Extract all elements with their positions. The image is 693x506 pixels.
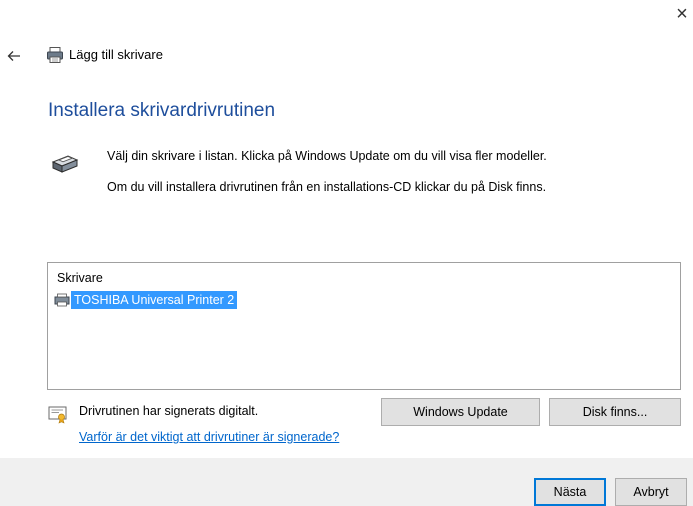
signature-status: Drivrutinen har signerats digitalt.	[79, 404, 259, 418]
instruction-line-2: Om du vill installera drivrutinen från e…	[107, 180, 547, 194]
page-heading: Installera skrivardrivrutinen	[48, 100, 276, 121]
certificate-icon	[48, 406, 68, 424]
close-button[interactable]: ×	[672, 4, 692, 24]
list-header: Skrivare	[57, 271, 103, 285]
have-disk-button[interactable]: Disk finns...	[549, 398, 681, 426]
list-item[interactable]: TOSHIBA Universal Printer 2	[54, 290, 238, 310]
signature-info-link[interactable]: Varför är det viktigt att drivrutiner är…	[79, 430, 339, 444]
printer-icon	[54, 293, 70, 307]
cancel-button[interactable]: Avbryt	[615, 478, 687, 506]
instruction-line-1: Välj din skrivare i listan. Klicka på Wi…	[107, 149, 547, 163]
list-item-label: TOSHIBA Universal Printer 2	[71, 291, 238, 309]
printer-driver-icon	[50, 151, 80, 175]
printer-icon	[46, 46, 64, 64]
back-arrow-icon[interactable]	[6, 48, 22, 64]
next-button[interactable]: Nästa	[534, 478, 606, 506]
wizard-title: Lägg till skrivare	[69, 47, 163, 62]
windows-update-button[interactable]: Windows Update	[381, 398, 540, 426]
printer-listbox[interactable]: Skrivare TOSHIBA Universal Printer 2	[47, 262, 681, 390]
